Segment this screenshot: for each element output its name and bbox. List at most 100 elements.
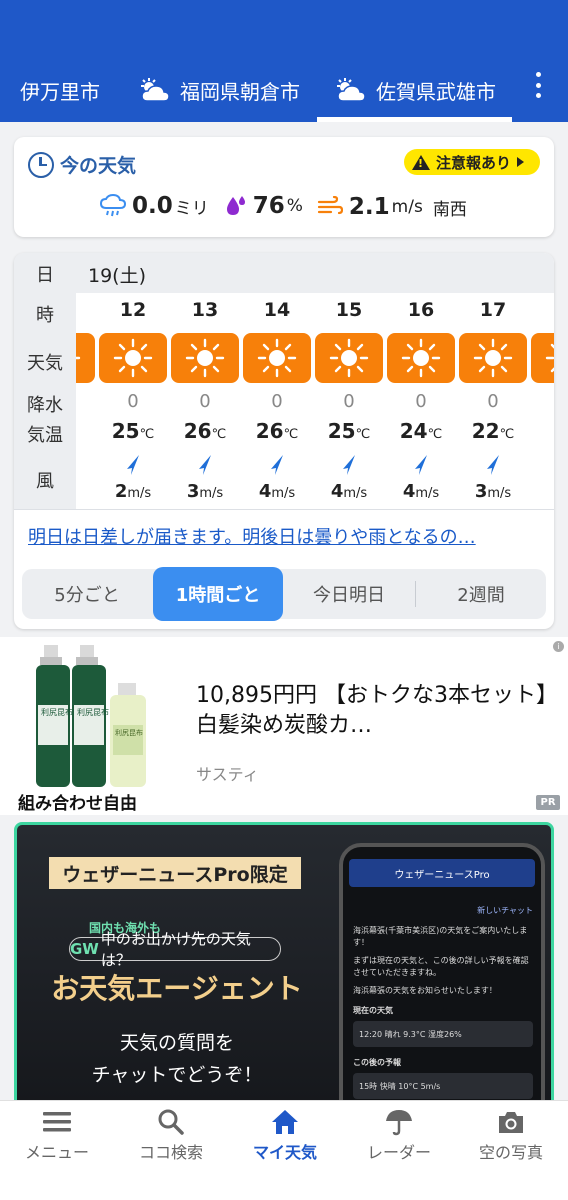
ad-title[interactable]: 10,895円円 【おトクな3本セット】白髪染め炭酸カ… xyxy=(196,681,552,741)
wind-direction-icon xyxy=(483,453,503,477)
wind-value: 4m/s xyxy=(402,481,440,502)
hour-column: 17 0 22℃ 3m/s xyxy=(457,293,529,509)
wind-stat: 2.1 m/s 南西 xyxy=(317,194,467,220)
hour-label: 16 xyxy=(407,299,435,321)
svg-text:利尻昆布: 利尻昆布 xyxy=(41,707,73,717)
phone-after-row: 15時 快晴 10°C 5m/s xyxy=(353,1073,533,1099)
wind-direction-icon xyxy=(411,453,431,477)
tab-asakura[interactable]: 福岡県朝倉市 xyxy=(138,62,300,118)
temp-value: 26℃ xyxy=(183,419,227,443)
phone-current-row: 12:20 晴れ 9.3°C 湿度26% xyxy=(353,1021,533,1047)
clock-icon xyxy=(28,151,54,178)
phone-message: まずは現在の天気と、この後の詳しい予報を確認させていただきますね。 xyxy=(353,956,529,977)
phone-section-label: 現在の天気 xyxy=(353,1006,393,1015)
promo-title: お天気エージェント xyxy=(51,972,303,1005)
hour-column: 16 0 24℃ 4m/s xyxy=(385,293,457,509)
temp-value: 22℃ xyxy=(471,419,515,443)
temp-value: 24℃ xyxy=(399,419,443,443)
promo-badge: ウェザーニュースPro限定 xyxy=(49,857,301,889)
phone-message: 海浜幕張(千葉市美浜区)の天気をご案内いたします！ xyxy=(353,926,528,947)
row-label-wind: 風 xyxy=(36,471,54,492)
location-tabs: 伊万里市 福岡県朝倉市 佐賀県武雄市 xyxy=(0,58,568,122)
sun-icon xyxy=(315,333,383,383)
sun-icon xyxy=(459,333,527,383)
tab-imari[interactable]: 伊万里市 xyxy=(20,62,100,118)
ad-info-icon[interactable]: i xyxy=(553,641,564,652)
nav-menu[interactable]: メニュー xyxy=(2,1107,112,1163)
precip-value: 0 xyxy=(199,391,211,412)
promo-subtitle: 天気の質問を チャットでどうぞ！ xyxy=(91,1032,263,1086)
precip-value: 0 xyxy=(271,391,283,412)
current-stats: 0.0 ミリ 76% 2.1 m/s 南西 xyxy=(100,193,481,220)
hour-column: 15 0 25℃ 4m/s xyxy=(313,293,385,509)
current-weather-card[interactable]: 今の天気 注意報あり 0.0ミリ 76% xyxy=(14,137,554,237)
promo-question: GW 中のお出かけ先の天気は？ xyxy=(69,930,281,969)
hour-label: 15 xyxy=(335,299,363,321)
sun-icon xyxy=(243,333,311,383)
nav-my-weather[interactable]: マイ天気 xyxy=(230,1107,340,1163)
forecast-summary-link[interactable]: 明日は日差しが届きます。明後日は曇りや雨となるの… xyxy=(28,523,476,549)
tab-label: 福岡県朝倉市 xyxy=(180,79,300,104)
nav-search[interactable]: ココ検索 xyxy=(116,1107,226,1163)
row-label-weather: 天気 xyxy=(27,353,63,374)
more-options-icon[interactable] xyxy=(528,70,548,100)
phone-message: 海浜幕張の天気をお知らせいたします！ xyxy=(353,986,497,995)
hour-label: 14 xyxy=(263,299,291,321)
phone-mockup: ウェザーニュースPro 新しいチャット 海浜幕張(千葉市美浜区)の天気をご案内い… xyxy=(339,843,545,1119)
hour-column-partial xyxy=(529,293,554,509)
wind-value: 2m/s xyxy=(114,481,152,502)
row-label-precip: 降水 xyxy=(27,395,63,416)
precip-value: 0 xyxy=(343,391,355,412)
umbrella-icon xyxy=(344,1107,454,1137)
temp-value: 25℃ xyxy=(327,419,371,443)
ad-banner[interactable]: 利尻昆布 利尻昆布 利尻昆布 組み合わせ自由 10,895円円 【おトクな3本セ… xyxy=(0,637,568,815)
wind-direction-icon xyxy=(339,453,359,477)
phone-section-label: この後の予報 xyxy=(353,1058,401,1067)
segment-2weeks[interactable]: 2週間 xyxy=(416,569,546,619)
precip-value: 0 xyxy=(487,391,499,412)
system-navigation-bar xyxy=(0,1168,568,1200)
search-icon xyxy=(116,1107,226,1137)
ad-pr-badge: PR xyxy=(536,795,560,810)
temp-value: 25℃ xyxy=(111,419,155,443)
svg-text:利尻昆布: 利尻昆布 xyxy=(115,728,143,737)
active-tab-indicator xyxy=(317,117,512,122)
hour-label: 13 xyxy=(191,299,219,321)
wind-value: 3m/s xyxy=(474,481,512,502)
rain-cloud-icon xyxy=(100,194,126,217)
sun-cloud-icon xyxy=(141,78,170,102)
alert-badge[interactable]: 注意報あり xyxy=(404,149,540,175)
chevron-right-icon xyxy=(517,157,525,167)
wind-icon xyxy=(317,196,343,215)
row-label-temp: 気温 xyxy=(27,425,63,446)
segment-5min[interactable]: 5分ごと xyxy=(22,569,152,619)
sun-cloud-icon xyxy=(337,78,366,102)
nav-sky-photos[interactable]: 空の写真 xyxy=(456,1107,566,1163)
divider xyxy=(14,509,554,510)
row-label-hour: 時 xyxy=(36,305,54,326)
wind-value: 4m/s xyxy=(330,481,368,502)
phone-app-header: ウェザーニュースPro xyxy=(349,859,535,887)
phone-new-chat: 新しいチャット xyxy=(477,906,533,915)
sun-icon xyxy=(387,333,455,383)
home-icon xyxy=(230,1107,340,1137)
wind-value: 3m/s xyxy=(186,481,224,502)
segment-hourly[interactable]: 1時間ごと xyxy=(153,567,283,621)
tab-label: 伊万里市 xyxy=(20,79,100,104)
wind-value: 4m/s xyxy=(258,481,296,502)
nav-radar[interactable]: レーダー xyxy=(344,1107,454,1163)
humidity-stat: 76% xyxy=(223,193,303,219)
precip-value: 0 xyxy=(415,391,427,412)
promo-banner[interactable]: ウェザーニュースPro限定 国内も海外も GW 中のお出かけ先の天気は？ お天気エ… xyxy=(14,822,554,1122)
tab-takeo[interactable]: 佐賀県武雄市 xyxy=(334,62,496,118)
sun-icon xyxy=(531,333,554,383)
svg-text:利尻昆布: 利尻昆布 xyxy=(77,707,109,717)
segment-today-tomorrow[interactable]: 今日明日 xyxy=(284,569,414,619)
sun-icon xyxy=(171,333,239,383)
tab-label: 佐賀県武雄市 xyxy=(376,79,496,104)
ad-caption: 組み合わせ自由 xyxy=(18,794,137,814)
current-weather-title: 今の天気 xyxy=(28,151,136,178)
sun-icon xyxy=(99,333,167,383)
menu-icon xyxy=(2,1107,112,1137)
hour-column: 13 0 26℃ 3m/s xyxy=(169,293,241,509)
